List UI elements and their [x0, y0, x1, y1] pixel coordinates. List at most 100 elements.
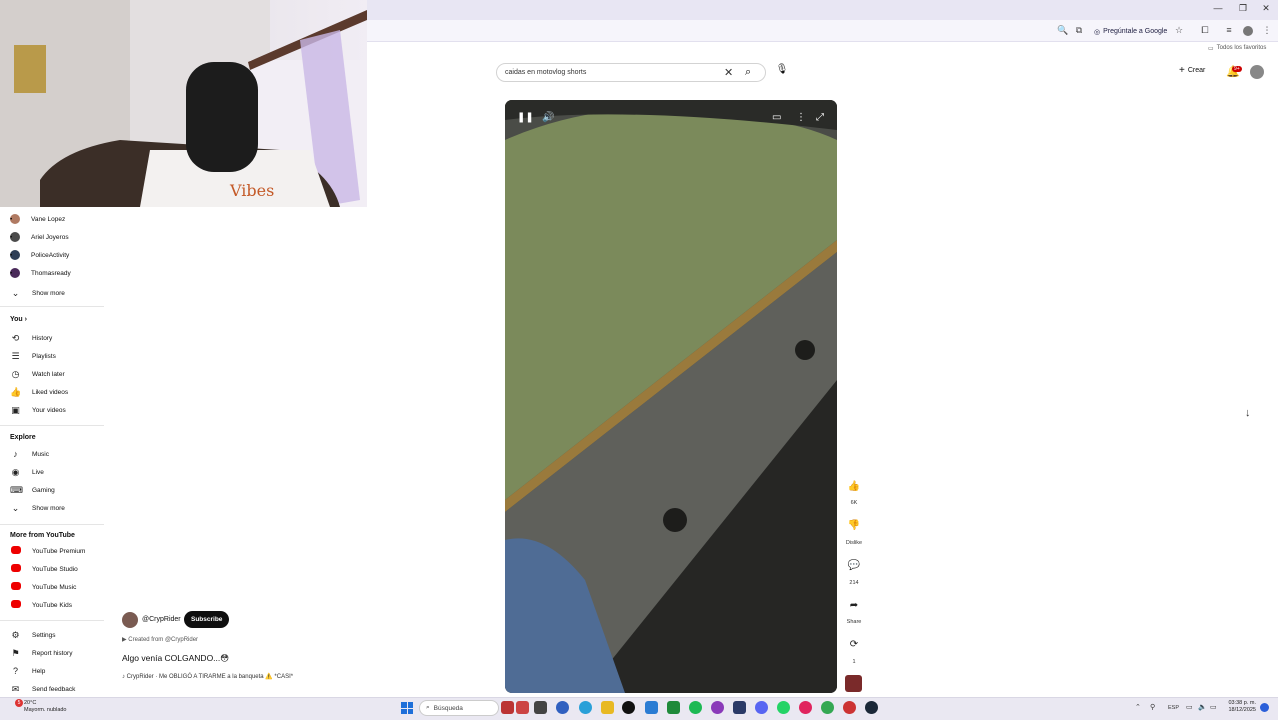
language-indicator[interactable]: ESP [1168, 705, 1179, 711]
sidebar-item[interactable]: ⚑ Report history [10, 646, 72, 660]
sidebar-item[interactable]: YouTube Music [10, 580, 76, 594]
sound-thumbnail[interactable] [845, 675, 862, 692]
app-icon-7[interactable] [622, 701, 635, 714]
app-icon-11[interactable] [711, 701, 724, 714]
explore-section-title: Explore [10, 434, 36, 441]
ask-google-button[interactable]: ◎ Pregúntale a Google [1090, 24, 1171, 39]
like-count: 6K [850, 500, 858, 506]
channel-handle[interactable]: @CrypRider [142, 616, 181, 623]
remix-icon[interactable]: ⟳ [843, 639, 865, 650]
app-icon-9[interactable] [667, 701, 680, 714]
spotify-icon[interactable] [689, 701, 702, 714]
all-favorites[interactable]: ▭ Todos los favoritos [1208, 45, 1266, 52]
sidebar-channel[interactable]: Thomasready [10, 266, 71, 280]
more-options-icon[interactable]: ⋮ [796, 112, 806, 123]
sidebar-channel[interactable]: Vane Lopez [10, 212, 65, 226]
sidebar-item[interactable]: ⚙ Settings [10, 628, 55, 642]
battery-icon[interactable]: ▭ [1210, 703, 1217, 711]
youtube-icon [10, 546, 21, 556]
sidebar-item[interactable]: ◷ Watch later [10, 367, 65, 381]
search-icon[interactable]: ⌕ [745, 66, 751, 79]
next-short-icon[interactable]: ↓ [1245, 407, 1251, 419]
app-icon-15[interactable] [799, 701, 812, 714]
share-icon[interactable]: ➦ [843, 600, 865, 611]
notifications-icon[interactable] [1260, 703, 1269, 712]
app-icon-8[interactable] [645, 701, 658, 714]
media-icon[interactable]: ≡ [1222, 25, 1236, 35]
discord-icon[interactable] [755, 701, 768, 714]
sidebar-item[interactable]: ▣ Your videos [10, 403, 66, 417]
subscribe-button[interactable]: Subscribe [184, 611, 230, 628]
short-title[interactable]: Algo venía COLGANDO...😳 [122, 653, 229, 664]
restore-icon[interactable]: ❐ [1236, 3, 1250, 14]
explore-show-more-button[interactable]: ⌄ Show more [10, 501, 65, 515]
create-button[interactable]: + Crear [1179, 65, 1205, 76]
minimize-icon[interactable]: — [1211, 3, 1225, 13]
extensions-icon[interactable]: ⧠ [1198, 25, 1212, 36]
music-icon: ♪ [13, 449, 18, 459]
volume-tray-icon[interactable]: 🔈 [1198, 703, 1207, 711]
volume-icon[interactable]: 🔊 [542, 112, 554, 123]
you-section-title[interactable]: You › [10, 316, 27, 323]
zoom-icon[interactable]: 🔍 [1056, 25, 1070, 36]
captions-icon[interactable]: ▭ [772, 112, 781, 123]
dislike-icon[interactable]: 👎 [843, 520, 865, 531]
chevron-down-icon: ⌄ [11, 502, 20, 513]
folder-icon[interactable] [601, 701, 614, 714]
steam-icon[interactable] [865, 701, 878, 714]
clear-search-icon[interactable]: ✕ [724, 66, 733, 79]
tray-display-icon[interactable]: ▭ [1186, 703, 1193, 711]
close-icon[interactable]: ✕ [1259, 3, 1273, 14]
taskbar-clock[interactable]: 03:38 p. m. 18/12/2025 [1224, 700, 1256, 714]
star-icon[interactable]: ☆ [1172, 25, 1186, 36]
sidebar-item[interactable]: YouTube Studio [10, 562, 78, 576]
live-dot-icon: • [10, 269, 13, 277]
clock-icon: ◷ [11, 368, 20, 379]
start-icon[interactable] [401, 702, 413, 714]
mic-icon[interactable]: 🎙 [774, 64, 790, 80]
google-lens-icon: ◎ [1094, 28, 1101, 36]
short-video-player[interactable] [505, 100, 837, 693]
sidebar-item[interactable]: ◉ Live [10, 465, 44, 479]
weather-widget[interactable]: 20°C Mayorm. nublado [14, 700, 67, 714]
plus-icon: + [1179, 65, 1185, 76]
music-info[interactable]: ♪ CrypRider · Me OBLIGÓ A TIRARME a la b… [122, 673, 293, 680]
app-icon-12[interactable] [733, 701, 746, 714]
app-icon-2[interactable] [516, 701, 529, 714]
sidebar-channel[interactable]: Ariel Joyeros [10, 230, 69, 244]
like-icon[interactable]: 👍 [843, 481, 865, 492]
sidebar-item[interactable]: 👍 Liked videos [10, 385, 68, 399]
menu-icon[interactable]: ⋮ [1260, 25, 1274, 36]
app-icon-17[interactable] [843, 701, 856, 714]
app-icon-3[interactable] [534, 701, 547, 714]
chrome-icon[interactable] [821, 701, 834, 714]
pause-icon[interactable]: ❚❚ [517, 112, 534, 123]
sidebar-item[interactable]: YouTube Premium [10, 544, 85, 558]
telegram-icon[interactable] [579, 701, 592, 714]
sidebar-item[interactable]: ? Help [10, 664, 45, 678]
whatsapp-icon[interactable] [777, 701, 790, 714]
tray-usb-icon[interactable]: ⚲ [1150, 703, 1155, 711]
sidebar-item[interactable]: YouTube Kids [10, 598, 72, 612]
sidebar-channel[interactable]: PoliceActivity [10, 248, 69, 262]
channel-avatar[interactable] [122, 612, 138, 628]
tray-expand-icon[interactable]: ⌃ [1135, 703, 1141, 711]
app-icon-4[interactable] [556, 701, 569, 714]
sidebar-item[interactable]: ♪ Music [10, 447, 49, 461]
sidebar-item[interactable]: ⟲ History [10, 331, 53, 345]
sidebar-item[interactable]: ⌨ Gaming [10, 483, 55, 497]
live-dot-icon: • [10, 215, 13, 223]
taskbar-search[interactable]: ⌕ Búsqueda [419, 700, 499, 716]
sidebar-item[interactable]: ✉ Send feedback [10, 682, 76, 696]
sidebar-item[interactable]: ☰ Playlists [10, 349, 55, 363]
profile-avatar[interactable] [1243, 26, 1253, 36]
video-icon: ▣ [11, 404, 20, 415]
notification-badge: 9+ [1232, 66, 1242, 72]
app-icon-1[interactable] [501, 701, 514, 714]
account-avatar[interactable] [1250, 65, 1264, 79]
comment-icon[interactable]: 💬 [843, 560, 865, 571]
translate-icon[interactable]: ⧉ [1072, 25, 1086, 36]
show-more-button[interactable]: ⌄ Show more [10, 286, 65, 300]
fullscreen-icon[interactable]: ⤢ [816, 112, 824, 123]
created-from[interactable]: ▶ Created from @CrypRider [122, 636, 198, 643]
